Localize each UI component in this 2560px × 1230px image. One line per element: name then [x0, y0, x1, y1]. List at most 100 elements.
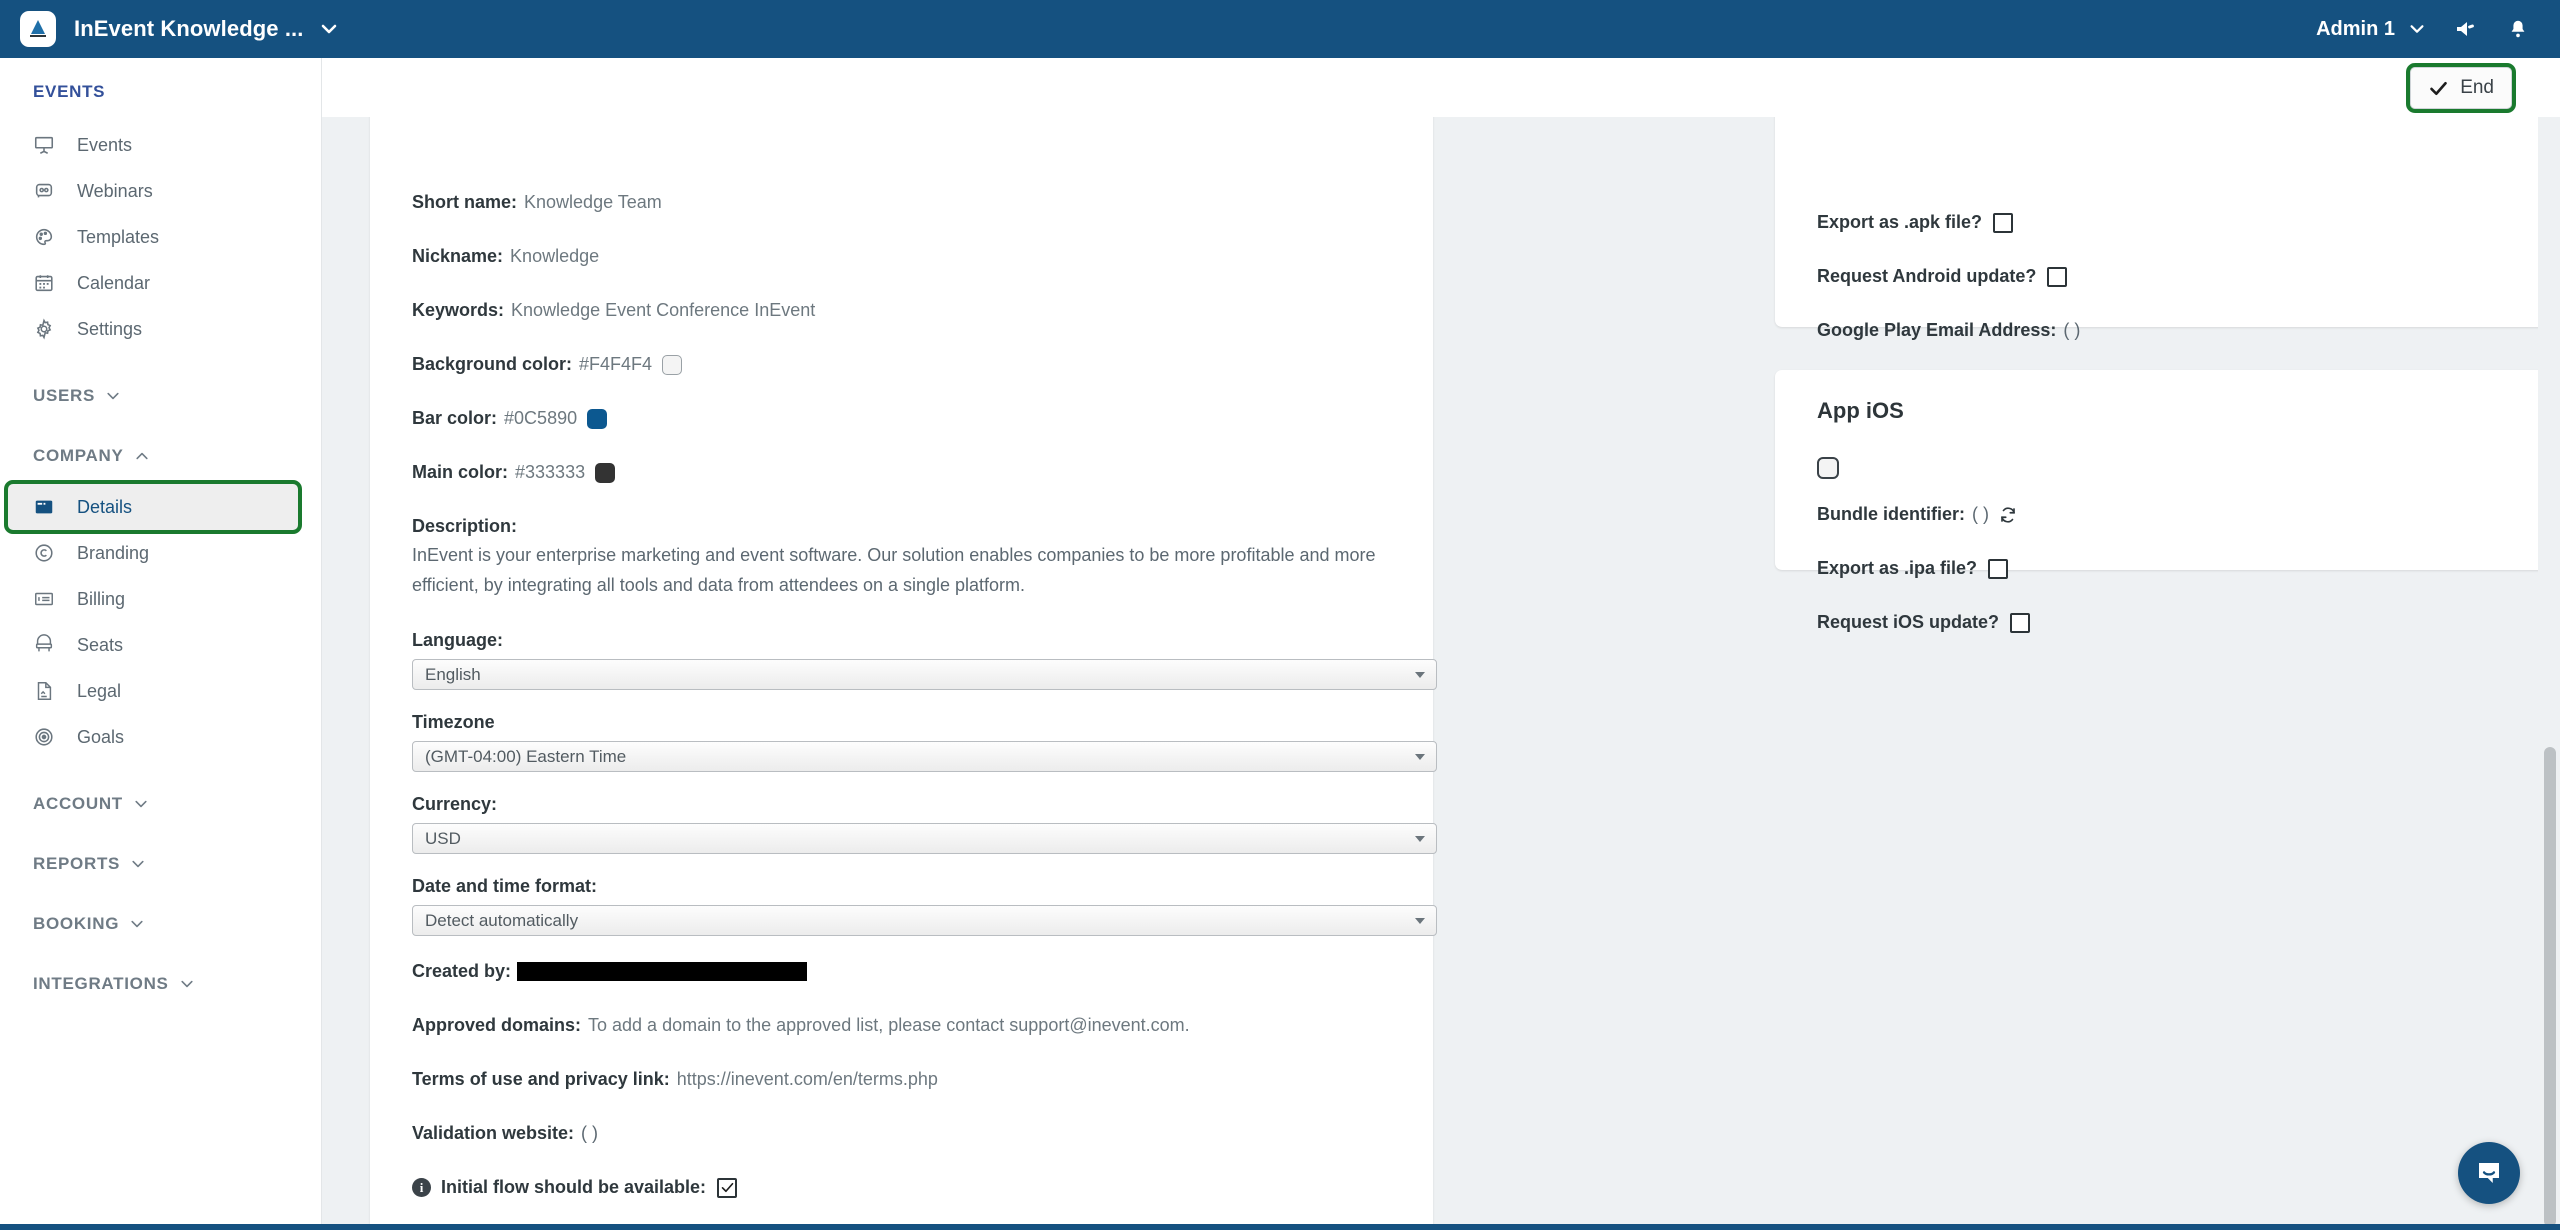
sidebar-group-booking[interactable]: BOOKING: [0, 908, 321, 940]
check-icon: [2428, 78, 2449, 99]
info-icon[interactable]: i: [412, 1178, 431, 1197]
sidebar-item-label: Branding: [77, 542, 150, 563]
end-button-label: End: [2460, 77, 2494, 98]
field-value[interactable]: ( ): [1972, 501, 1989, 528]
sidebar-group-users[interactable]: USERS: [0, 380, 321, 412]
language-select[interactable]: English: [412, 659, 1437, 690]
sidebar-group-integrations[interactable]: INTEGRATIONS: [0, 968, 321, 1000]
sidebar-item-templates[interactable]: Templates: [0, 214, 321, 260]
sidebar-item-branding[interactable]: Branding: [0, 530, 321, 576]
megaphone-icon[interactable]: [2440, 0, 2492, 58]
sidebar-item-events[interactable]: Events: [0, 122, 321, 168]
color-swatch-bar[interactable]: [587, 408, 608, 429]
field-label: Validation website:: [412, 1123, 575, 1143]
field-terms-link: Terms of use and privacy link: https://i…: [412, 1066, 1391, 1093]
field-label: Terms of use and privacy link:: [412, 1069, 670, 1089]
export-ipa-checkbox[interactable]: [1988, 558, 2009, 579]
sidebar-group-label: BOOKING: [33, 914, 120, 933]
chat-bubble-icon[interactable]: [2458, 1142, 2520, 1204]
field-value[interactable]: https://inevent.com/en/terms.php: [677, 1066, 938, 1093]
sidebar-item-billing[interactable]: Billing: [0, 576, 321, 622]
window-icon: [33, 496, 63, 518]
sidebar-item-label: Billing: [77, 588, 126, 609]
field-label: Background color:: [412, 354, 573, 374]
field-bar-color: Bar color: #0C5890: [412, 405, 1391, 432]
field-value[interactable]: Knowledge: [510, 243, 599, 270]
sidebar-item-label: Legal: [77, 680, 122, 701]
app-ios-card: App iOS Bundle identifier: ( ) Export as…: [1775, 370, 2560, 633]
sidebar-group-reports[interactable]: REPORTS: [0, 848, 321, 880]
company-details-card: Short name: Knowledge Team Nickname: Kno…: [370, 117, 1437, 1230]
field-label: Google Play Email Address:: [1817, 320, 2057, 340]
sidebar-item-settings[interactable]: Settings: [0, 306, 321, 352]
chevron-down-icon: [130, 856, 146, 872]
field-main-color: Main color: #333333: [412, 459, 1391, 486]
sidebar-group-label: USERS: [33, 386, 96, 405]
brand-block[interactable]: InEvent Knowledge ...: [0, 0, 337, 58]
sidebar-group-account[interactable]: ACCOUNT: [0, 788, 321, 820]
field-value[interactable]: Knowledge Team: [524, 189, 662, 216]
field-label: Keywords:: [412, 300, 505, 320]
request-ios-update-checkbox[interactable]: [2010, 612, 2031, 633]
field-description-value[interactable]: InEvent is your enterprise marketing and…: [412, 540, 1391, 600]
scrollbar-thumb[interactable]: [2544, 747, 2556, 1227]
ios-enable-checkbox[interactable]: [1817, 456, 1839, 479]
field-value[interactable]: #F4F4F4: [579, 351, 652, 378]
currency-select[interactable]: USD: [412, 823, 1437, 854]
document-icon: [33, 680, 63, 702]
inevent-logo-icon: [20, 11, 56, 47]
chevron-down-icon: [179, 976, 195, 992]
field-keywords: Keywords: Knowledge Event Conference InE…: [412, 297, 1391, 324]
brand-title: InEvent Knowledge ...: [74, 16, 304, 41]
request-android-update-checkbox[interactable]: [2047, 266, 2068, 287]
field-label: Created by:: [412, 961, 512, 981]
sidebar-group-label: EVENTS: [33, 82, 106, 101]
bell-icon[interactable]: [2492, 0, 2544, 58]
datetime-format-select[interactable]: Detect automatically: [412, 905, 1437, 936]
field-label: Request iOS update?: [1817, 612, 2000, 632]
color-swatch-main[interactable]: [595, 462, 616, 483]
sidebar-item-seats[interactable]: Seats: [0, 622, 321, 668]
field-label: Export as .ipa file?: [1817, 558, 1978, 578]
color-swatch-background[interactable]: [662, 354, 683, 375]
field-value[interactable]: Knowledge Event Conference InEvent: [511, 297, 815, 324]
sidebar-item-goals[interactable]: Goals: [0, 714, 321, 760]
admin-menu[interactable]: Admin 1: [2298, 0, 2440, 58]
field-label: Bundle identifier:: [1817, 504, 1965, 524]
export-apk-checkbox[interactable]: [1993, 212, 2014, 233]
field-label: Bar color:: [412, 408, 498, 428]
field-value[interactable]: ( ): [2063, 317, 2080, 344]
sidebar-group-label: COMPANY: [33, 446, 124, 465]
sidebar-item-details[interactable]: Details: [4, 480, 302, 534]
vertical-scrollbar[interactable]: [2538, 117, 2560, 1230]
timezone-select[interactable]: (GMT-04:00) Eastern Time: [412, 741, 1437, 772]
sidebar-item-legal[interactable]: Legal: [0, 668, 321, 714]
field-value[interactable]: #0C5890: [504, 405, 577, 432]
field-request-ios-update: Request iOS update?: [1817, 609, 2560, 636]
sidebar-item-label: Settings: [77, 318, 143, 339]
scroll-region[interactable]: Short name: Knowledge Team Nickname: Kno…: [322, 117, 2560, 1230]
refresh-icon[interactable]: [1999, 506, 2017, 524]
sidebar-item-calendar[interactable]: Calendar: [0, 260, 321, 306]
sidebar-group-company[interactable]: COMPANY: [0, 440, 321, 472]
presentation-icon: [33, 134, 63, 156]
field-label: Request Android update?: [1817, 266, 2037, 286]
field-value[interactable]: #333333: [515, 459, 585, 486]
sidebar-group-label: INTEGRATIONS: [33, 974, 169, 993]
sidebar-group-label: REPORTS: [33, 854, 121, 873]
end-button[interactable]: End: [2406, 63, 2516, 113]
field-value[interactable]: ( ): [581, 1120, 598, 1147]
sidebar-item-label: Events: [77, 134, 133, 155]
field-label: Short name:: [412, 192, 518, 212]
field-label: Currency:: [412, 794, 498, 814]
chevron-down-icon: [105, 388, 121, 404]
chevron-down-icon[interactable]: [319, 19, 339, 39]
initial-flow-checkbox[interactable]: [717, 1177, 738, 1198]
field-initial-flow: i Initial flow should be available:: [412, 1174, 1391, 1201]
field-created-by: Created by:: [412, 958, 1391, 985]
copyright-icon: [33, 542, 63, 564]
sidebar-item-webinars[interactable]: Webinars: [0, 168, 321, 214]
chevron-down-icon: [1415, 671, 1425, 678]
calendar-icon: [33, 272, 63, 294]
field-label: Description:: [412, 516, 518, 536]
